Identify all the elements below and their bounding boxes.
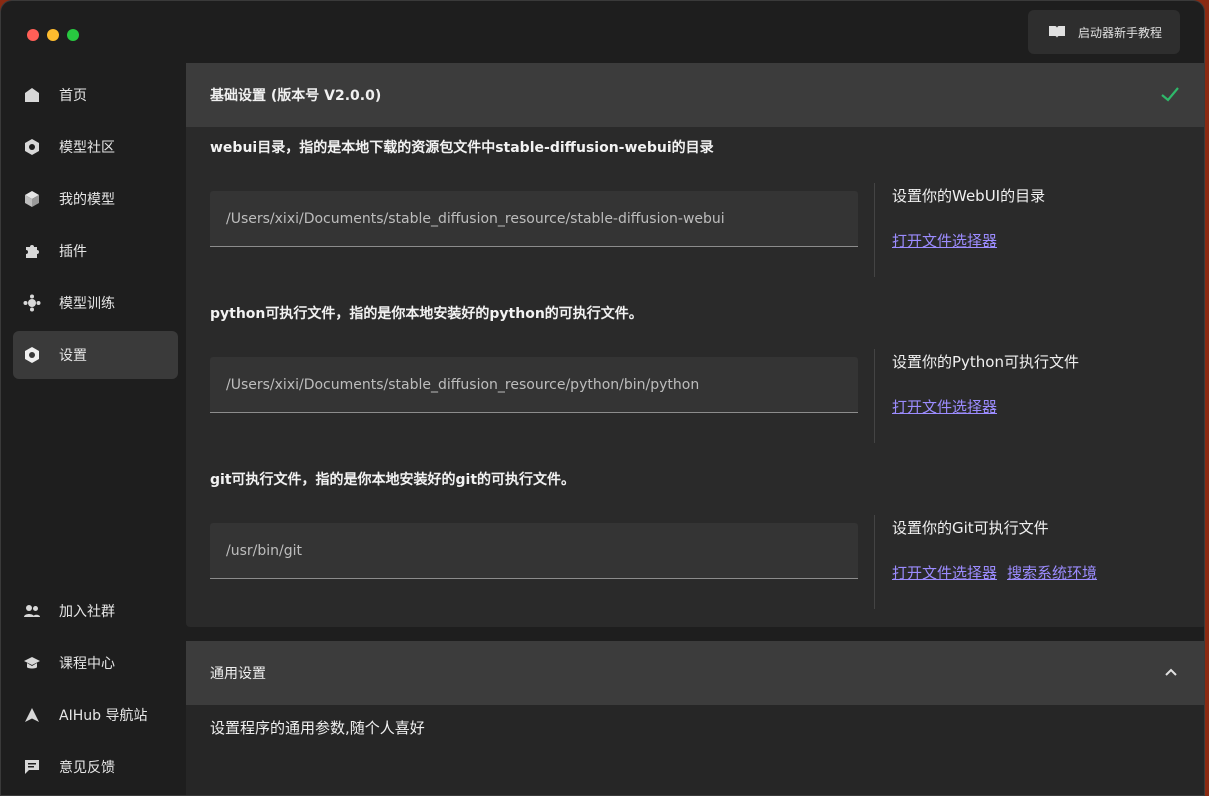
sidebar-item-label: 加入社群 (59, 604, 115, 620)
git-description: git可执行文件，指的是你本地安装好的git的可执行文件。 (210, 472, 576, 488)
sidebar-item-community[interactable]: 模型社区 (13, 123, 178, 171)
sidebar-item-settings[interactable]: 设置 (13, 331, 178, 379)
close-window-button[interactable] (27, 29, 39, 41)
sidebar-item-my-models[interactable]: 我的模型 (13, 175, 178, 223)
sidebar-item-label: 插件 (59, 244, 87, 260)
zoom-window-button[interactable] (67, 29, 79, 41)
sidebar-item-label: AIHub 导航站 (59, 708, 148, 724)
python-description: python可执行文件，指的是你本地安装好的python的可执行文件。 (210, 306, 643, 322)
general-settings-header[interactable]: 通用设置 (186, 641, 1204, 705)
puzzle-icon (23, 242, 41, 260)
sidebar-item-label: 首页 (59, 88, 87, 104)
training-icon (23, 294, 41, 312)
app-window: 启动器新手教程 首页 模型社区 我的模型 插件 模型训练 设置 加入社群 课程中… (0, 0, 1205, 796)
sidebar-item-label: 模型社区 (59, 140, 115, 156)
webui-path-input[interactable]: /Users/xixi/Documents/stable_diffusion_r… (210, 191, 858, 247)
basic-settings-title: 基础设置 (版本号 V2.0.0) (210, 88, 382, 104)
graduation-cap-icon (23, 654, 41, 672)
community-icon (23, 138, 41, 156)
git-search-system-env-link[interactable]: 搜索系统环境 (1007, 562, 1097, 583)
book-icon (1048, 25, 1066, 39)
python-path-input[interactable]: /Users/xixi/Documents/stable_diffusion_r… (210, 357, 858, 413)
tutorial-button-label: 启动器新手教程 (1078, 25, 1163, 40)
feedback-icon (23, 758, 41, 776)
minimize-window-button[interactable] (47, 29, 59, 41)
webui-description: webui目录，指的是本地下载的资源包文件中stable-diffusion-w… (210, 140, 714, 156)
sidebar-item-plugins[interactable]: 插件 (13, 227, 178, 275)
sidebar-item-label: 课程中心 (59, 656, 115, 672)
general-settings-card: 通用设置 设置程序的通用参数,随个人喜好 (186, 641, 1204, 795)
sidebar-item-feedback[interactable]: 意见反馈 (13, 743, 178, 791)
general-settings-title: 通用设置 (210, 666, 266, 682)
git-side-title: 设置你的Git可执行文件 (892, 519, 1049, 537)
settings-icon (23, 346, 41, 364)
git-open-file-picker-link[interactable]: 打开文件选择器 (892, 562, 997, 583)
tutorial-button[interactable]: 启动器新手教程 (1028, 10, 1180, 54)
basic-settings-card: 基础设置 (版本号 V2.0.0) webui目录，指的是本地下载的资源包文件中… (186, 63, 1204, 627)
sidebar-item-courses[interactable]: 课程中心 (13, 639, 178, 687)
python-side-panel: 设置你的Python可执行文件 打开文件选择器 (874, 349, 1194, 443)
check-icon (1160, 85, 1180, 107)
git-side-panel: 设置你的Git可执行文件 打开文件选择器 搜索系统环境 (874, 515, 1194, 609)
python-side-title: 设置你的Python可执行文件 (892, 353, 1079, 371)
main-content: 基础设置 (版本号 V2.0.0) webui目录，指的是本地下载的资源包文件中… (186, 63, 1204, 795)
sidebar: 首页 模型社区 我的模型 插件 模型训练 设置 加入社群 课程中心 AIHub … (1, 67, 186, 795)
basic-settings-header[interactable]: 基础设置 (版本号 V2.0.0) (186, 63, 1204, 127)
git-path-input[interactable]: /usr/bin/git (210, 523, 858, 579)
window-controls (27, 29, 79, 41)
home-icon (23, 86, 41, 104)
webui-side-title: 设置你的WebUI的目录 (892, 187, 1046, 205)
cube-icon (23, 190, 41, 208)
navigation-arrow-icon (23, 706, 41, 724)
sidebar-item-home[interactable]: 首页 (13, 71, 178, 119)
sidebar-item-training[interactable]: 模型训练 (13, 279, 178, 327)
people-icon (23, 602, 41, 620)
webui-open-file-picker-link[interactable]: 打开文件选择器 (892, 230, 997, 251)
general-settings-description: 设置程序的通用参数,随个人喜好 (210, 719, 425, 737)
sidebar-item-label: 意见反馈 (59, 760, 115, 776)
webui-side-panel: 设置你的WebUI的目录 打开文件选择器 (874, 183, 1194, 277)
sidebar-item-join-community[interactable]: 加入社群 (13, 587, 178, 635)
sidebar-item-label: 模型训练 (59, 296, 115, 312)
sidebar-item-label: 我的模型 (59, 192, 115, 208)
sidebar-item-aihub[interactable]: AIHub 导航站 (13, 691, 178, 739)
sidebar-item-label: 设置 (59, 348, 87, 364)
python-open-file-picker-link[interactable]: 打开文件选择器 (892, 396, 997, 417)
chevron-up-icon[interactable] (1164, 665, 1178, 681)
